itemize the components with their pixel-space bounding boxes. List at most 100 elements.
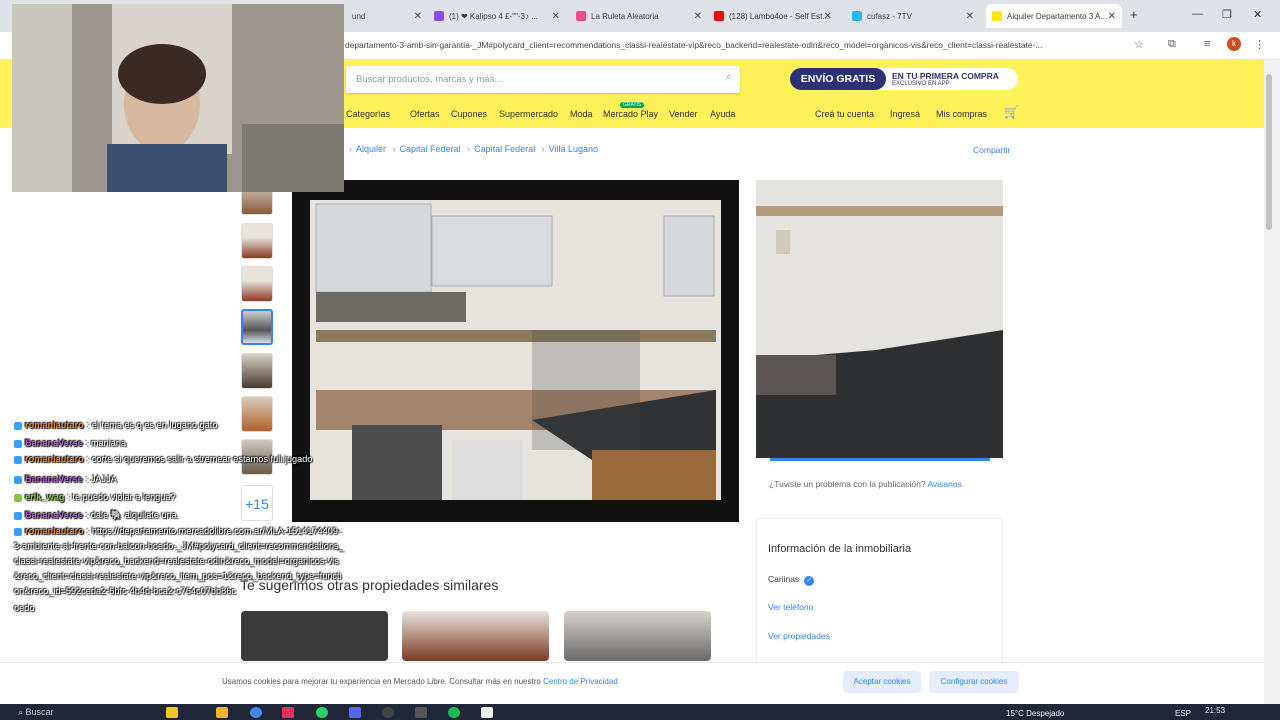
url-field[interactable]: departamento-3-amb-sin-garantia-_JM#poly… [345,40,1125,50]
nav-moda[interactable]: Moda [570,109,593,119]
privacy-center-link[interactable]: Centro de Privacidad [543,677,618,686]
nav-mercado-play[interactable]: Mercado Play [603,109,658,119]
breadcrumb-item[interactable]: Capital Federal [474,144,535,154]
roulette-icon [576,11,586,21]
tab-4[interactable]: (128) Lambo4oe - Self Est... ✕ [708,4,838,28]
view-phone-link[interactable]: Ver teléfono [768,602,813,612]
tab-active[interactable]: Alquiler Departamento 3 A... ✕ [986,4,1122,28]
report-label: ¿Tuviste un problema con la publicación? [769,479,926,489]
breadcrumb-item[interactable]: Alquiler [356,144,386,154]
tab-3[interactable]: La Ruleta Aleatoria ✕ [570,4,708,28]
nav-ingresa[interactable]: Ingresá [890,109,920,119]
tiktok-icon[interactable] [282,707,294,718]
close-icon[interactable]: ✕ [414,11,422,22]
close-icon[interactable]: ✕ [1108,11,1116,22]
nav-mis-compras[interactable]: Mis compras [936,109,987,119]
similar-property-card[interactable] [564,611,711,661]
badge-icon [14,455,22,464]
chevron-right-icon: › [467,144,471,154]
promo-pill: ENVÍO GRATIS [790,68,886,90]
agency-info-title: Información de la inmobiliaria [768,543,912,555]
language-indicator[interactable]: ESP [1175,709,1191,718]
thumbnail[interactable] [241,223,273,259]
file-explorer-icon[interactable] [216,707,228,718]
tab-2[interactable]: (1) ❤ Kalipso 4 £-""-3♪ ... ✕ [428,4,566,28]
share-link[interactable]: Compartir [973,145,1010,155]
thumbnail[interactable] [241,266,273,302]
tab-1[interactable]: und ✕ [346,4,428,28]
nav-ofertas[interactable]: Ofertas [410,109,440,119]
chat-message: BananaVerse: maniana [14,434,344,452]
profile-avatar[interactable]: k [1227,37,1241,51]
cookie-banner [0,662,1264,702]
agency-info-card: Información de la inmobiliaria Cariinas ✓… [756,518,1003,668]
tab-label: cufasz - 7TV [867,11,912,21]
twitch-icon [434,11,444,21]
new-tab-button[interactable]: + [1130,7,1138,22]
nav-supermercado[interactable]: Supermercado [499,109,558,119]
chat-text: : maniana [85,438,127,448]
view-properties-link[interactable]: Ver propiedades [768,631,830,641]
spotify-icon[interactable] [448,707,460,718]
chat-username: romanlautaro [25,526,84,536]
agency-name-label: Cariinas [768,574,800,584]
chat-text: : corte si queremos salir a stremear est… [86,454,313,464]
main-photo[interactable] [292,180,739,522]
chat-message: BananaVerse: JAJJA [14,470,344,488]
search-icon[interactable]: ⌕ [726,71,732,84]
minimize-icon[interactable]: — [1192,8,1203,20]
kitchen-counter-photo [756,180,1003,458]
obs-icon[interactable] [382,707,394,718]
thumbnail[interactable] [241,353,273,389]
chat-message: oedo [14,599,344,617]
tab-5[interactable]: cufasz - 7TV ✕ [846,4,980,28]
accept-cookies-button[interactable]: Aceptar cookies [843,671,921,693]
maximize-icon[interactable]: ❐ [1222,8,1232,21]
youtube-icon [714,11,724,21]
cart-icon[interactable]: 🛒 [1004,105,1019,119]
close-icon[interactable]: ✕ [552,11,560,22]
notepad-icon[interactable] [481,707,493,718]
scrollbar-thumb[interactable] [1266,74,1272,230]
streamer-webcam [12,4,344,192]
chat-text: : el tema es q es en lugano gato [86,420,218,430]
similar-property-card[interactable] [241,611,388,661]
capture-icon[interactable] [415,707,427,718]
breadcrumb-item[interactable]: Capital Federal [400,144,461,154]
configure-cookies-button[interactable]: Configurar cookies [929,671,1019,693]
badge-icon [14,421,22,430]
extensions-icon[interactable]: ⧉ [1168,38,1176,51]
breadcrumb-item[interactable]: Villa Lugano [549,144,598,154]
chat-message: BananaVerse: dale 🐘 alquilate una [14,506,344,524]
promo-banner[interactable]: ENVÍO GRATIS EN TU PRIMERA COMPRA EXCLUS… [790,68,1018,90]
taskbar-search[interactable]: ⌕ Buscar [18,707,54,718]
report-link[interactable]: Avisanos. [927,479,964,489]
menu-icon[interactable]: ⋮ [1254,38,1265,51]
chat-username: BananaVerse [25,474,83,484]
close-icon[interactable]: ✕ [824,11,832,22]
nav-categorias[interactable]: Categorías [346,109,390,119]
chrome-icon[interactable] [250,707,262,718]
discord-icon[interactable] [349,707,361,718]
close-icon[interactable]: ✕ [966,11,974,22]
search-input[interactable]: Buscar productos, marcas y más... ⌕ [346,66,740,93]
nav-ayuda[interactable]: Ayuda [710,109,735,119]
widget-icon[interactable] [166,707,178,718]
chat-username: romanlautaro [25,420,84,430]
close-window-icon[interactable]: ✕ [1253,8,1262,21]
thumbnail-selected[interactable] [241,309,273,345]
media-icon[interactable]: ≡ [1204,38,1210,50]
nav-crea-cuenta[interactable]: Creá tu cuenta [815,109,874,119]
nav-cupones[interactable]: Cupones [451,109,487,119]
badge-icon [14,527,22,536]
chat-text: : JAJJA [85,474,117,484]
similar-property-card[interactable] [402,611,549,661]
clock[interactable]: 21:53 [1205,706,1225,715]
close-icon[interactable]: ✕ [694,11,702,22]
secondary-photo[interactable] [756,180,1003,458]
whatsapp-icon[interactable] [316,707,328,718]
weather-text[interactable]: 15°C Despejado [1006,709,1064,718]
nav-vender[interactable]: Vender [669,109,698,119]
bookmark-star-icon[interactable]: ☆ [1134,38,1144,51]
chevron-right-icon: › [392,144,396,154]
